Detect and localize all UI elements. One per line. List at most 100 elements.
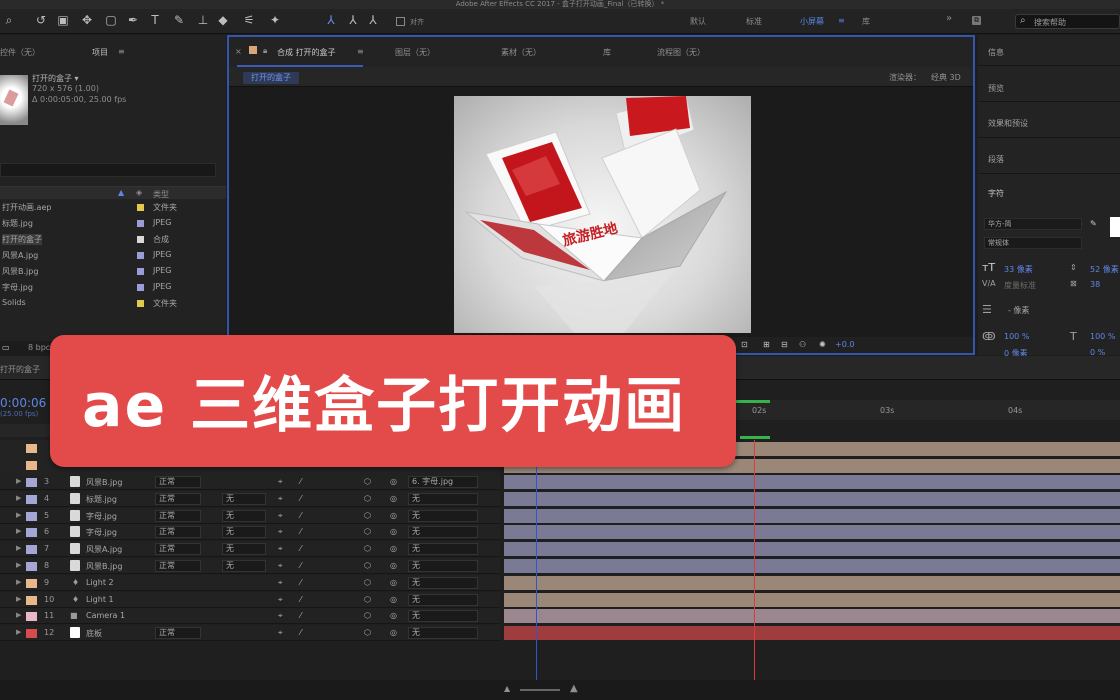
pick-whip-icon[interactable]: ◎	[390, 561, 397, 570]
camera-tool-icon[interactable]: ▣	[56, 13, 70, 28]
expand-triangle-icon[interactable]: ▶	[16, 628, 21, 636]
expand-triangle-icon[interactable]: ▶	[16, 477, 21, 485]
project-item[interactable]: 风景B.jpg JPEG	[0, 264, 226, 279]
3d-layer-icon[interactable]: ⬡	[364, 511, 371, 520]
parent-select[interactable]: 无	[408, 492, 478, 505]
expand-triangle-icon[interactable]: ▶	[16, 494, 21, 502]
type-tool-icon[interactable]: T	[148, 13, 162, 28]
layer-row[interactable]: ▶ 5 字母.jpg 正常 无 ⌖ ⁄ ⬡ ◎ 无	[0, 507, 500, 524]
quality-switch-icon[interactable]: ⁄	[300, 611, 301, 620]
quality-switch-icon[interactable]: ⁄	[300, 494, 301, 503]
tab-effect-controls[interactable]: 控件（无）	[0, 47, 40, 58]
layer-name[interactable]: Camera 1	[86, 611, 125, 620]
puppet-pin-tool-icon[interactable]: ✦	[268, 13, 282, 28]
parent-select[interactable]: 无	[408, 576, 478, 589]
shy-switch-icon[interactable]: ⌖	[278, 561, 283, 571]
layer-track[interactable]	[504, 609, 1120, 624]
font-style-select[interactable]: 常规体	[984, 237, 1082, 249]
shy-switch-icon[interactable]: ⌖	[278, 511, 283, 521]
workspace-default[interactable]: 默认	[690, 16, 706, 27]
font-family-select[interactable]: 华方-简	[984, 218, 1082, 230]
panel-menu-icon[interactable]: ≡	[357, 47, 364, 56]
tab-project[interactable]: 项目	[92, 47, 108, 58]
3d-layer-icon[interactable]: ⬡	[364, 561, 371, 570]
kerning-value[interactable]: 度量标准	[1004, 280, 1036, 291]
pick-whip-icon[interactable]: ◎	[390, 544, 397, 553]
pick-whip-icon[interactable]: ◎	[390, 511, 397, 520]
3d-layer-icon[interactable]: ⬡	[364, 477, 371, 486]
quality-switch-icon[interactable]: ⁄	[300, 511, 301, 520]
comp-breadcrumb[interactable]: 打开的盒子	[243, 72, 299, 84]
snapshot-icon[interactable]: ⊡	[741, 340, 748, 349]
pick-whip-icon[interactable]: ◎	[390, 527, 397, 536]
vertical-scale-value[interactable]: 100 %	[1004, 332, 1029, 341]
layer-color-label[interactable]	[26, 528, 37, 538]
parent-select[interactable]: 无	[408, 509, 478, 522]
world-axis-icon[interactable]: ⅄	[346, 13, 360, 28]
layer-row[interactable]: ▶ 11 ■ Camera 1 ⌖ ⁄ ⬡ ◎ 无	[0, 608, 500, 625]
3d-layer-icon[interactable]: ⬡	[364, 578, 371, 587]
pick-whip-icon[interactable]: ◎	[390, 611, 397, 620]
interpret-footage-icon[interactable]: ▭	[2, 343, 10, 352]
zoom-slider[interactable]	[520, 689, 560, 691]
3d-layer-icon[interactable]: ⬡	[364, 628, 371, 637]
close-icon[interactable]: ×	[235, 47, 242, 56]
work-area-marker[interactable]	[536, 430, 537, 682]
layer-row[interactable]: ▶ 3 风景B.jpg 正常 ⌖ ⁄ ⬡ ◎ 6. 字母.jpg	[0, 474, 500, 490]
zoom-in-icon[interactable]: ▲	[570, 683, 578, 694]
stroke-width-value[interactable]: - 像素	[1008, 305, 1029, 316]
parent-select[interactable]: 无	[408, 627, 478, 640]
expand-triangle-icon[interactable]: ▶	[16, 561, 21, 569]
rotate-tool-icon[interactable]: ↺	[34, 13, 48, 28]
track-matte-select[interactable]: 无	[222, 509, 266, 522]
track-matte-select[interactable]: 无	[222, 492, 266, 505]
quality-switch-icon[interactable]: ⁄	[300, 544, 301, 553]
layer-color-label[interactable]	[26, 562, 37, 571]
tab-footage[interactable]: 素材（无）	[501, 47, 541, 58]
clone-stamp-tool-icon[interactable]: ⊥	[196, 13, 210, 28]
layer-track[interactable]	[504, 592, 1120, 607]
shy-switch-icon[interactable]: ⌖	[278, 527, 283, 537]
quality-switch-icon[interactable]: ⁄	[300, 527, 301, 536]
track-matte-select[interactable]: 无	[222, 526, 266, 539]
layer-track[interactable]	[504, 626, 1120, 641]
project-item[interactable]: Solids 文件夹	[0, 296, 226, 311]
shy-switch-icon[interactable]: ⌖	[278, 611, 283, 621]
layer-name[interactable]: 风景B.jpg	[86, 477, 122, 488]
snap-checkbox[interactable]	[396, 17, 405, 26]
character-panel-header[interactable]: 字符	[988, 188, 1004, 199]
type-column-header[interactable]: 类型	[153, 189, 169, 200]
pick-whip-icon[interactable]: ◎	[390, 494, 397, 503]
fill-color-swatch[interactable]	[1110, 217, 1120, 237]
layer-track[interactable]	[504, 491, 1120, 506]
exposure-reset-icon[interactable]: ✺	[819, 340, 826, 349]
roto-brush-tool-icon[interactable]: ⚟	[242, 13, 256, 28]
comp-name[interactable]: 打开的盒子 ▾	[32, 73, 79, 84]
3d-layer-icon[interactable]: ⬡	[364, 611, 371, 620]
layer-track[interactable]	[504, 559, 1120, 573]
layer-name[interactable]: 风景A.jpg	[86, 544, 122, 555]
layer-name[interactable]: Light 2	[86, 578, 114, 587]
expand-triangle-icon[interactable]: ▶	[16, 595, 21, 603]
brush-tool-icon[interactable]: ✎	[172, 13, 186, 28]
layer-name[interactable]: 标题.jpg	[86, 494, 117, 505]
project-item[interactable]: 打开的盒子 合成	[0, 232, 226, 247]
layer-name[interactable]: 字母.jpg	[86, 527, 117, 538]
comp-viewer-canvas[interactable]: 旅游胜地	[454, 96, 751, 333]
track-matte-select[interactable]: 无	[222, 560, 266, 572]
layer-color-label[interactable]	[26, 511, 37, 521]
leading-value[interactable]: 52 像素	[1090, 264, 1119, 275]
parent-select[interactable]: 无	[408, 610, 478, 623]
layer-color-label[interactable]	[26, 478, 37, 487]
layer-row[interactable]: ▶ 9 ♦ Light 2 ⌖ ⁄ ⬡ ◎ 无	[0, 574, 500, 591]
layer-color-label[interactable]	[26, 595, 37, 605]
shy-switch-icon[interactable]: ⌖	[278, 595, 283, 605]
local-axis-icon[interactable]: ⅄	[324, 13, 338, 28]
project-item[interactable]: 标题.jpg JPEG	[0, 216, 226, 231]
workspace-standard[interactable]: 标准	[746, 16, 762, 27]
blend-mode-select[interactable]: 正常	[155, 560, 201, 572]
quality-switch-icon[interactable]: ⁄	[300, 561, 301, 570]
show-snapshot-icon[interactable]: ⊞	[763, 340, 770, 349]
flowchart-icon[interactable]: ⚇	[799, 340, 806, 349]
3d-layer-icon[interactable]: ⬡	[364, 544, 371, 553]
